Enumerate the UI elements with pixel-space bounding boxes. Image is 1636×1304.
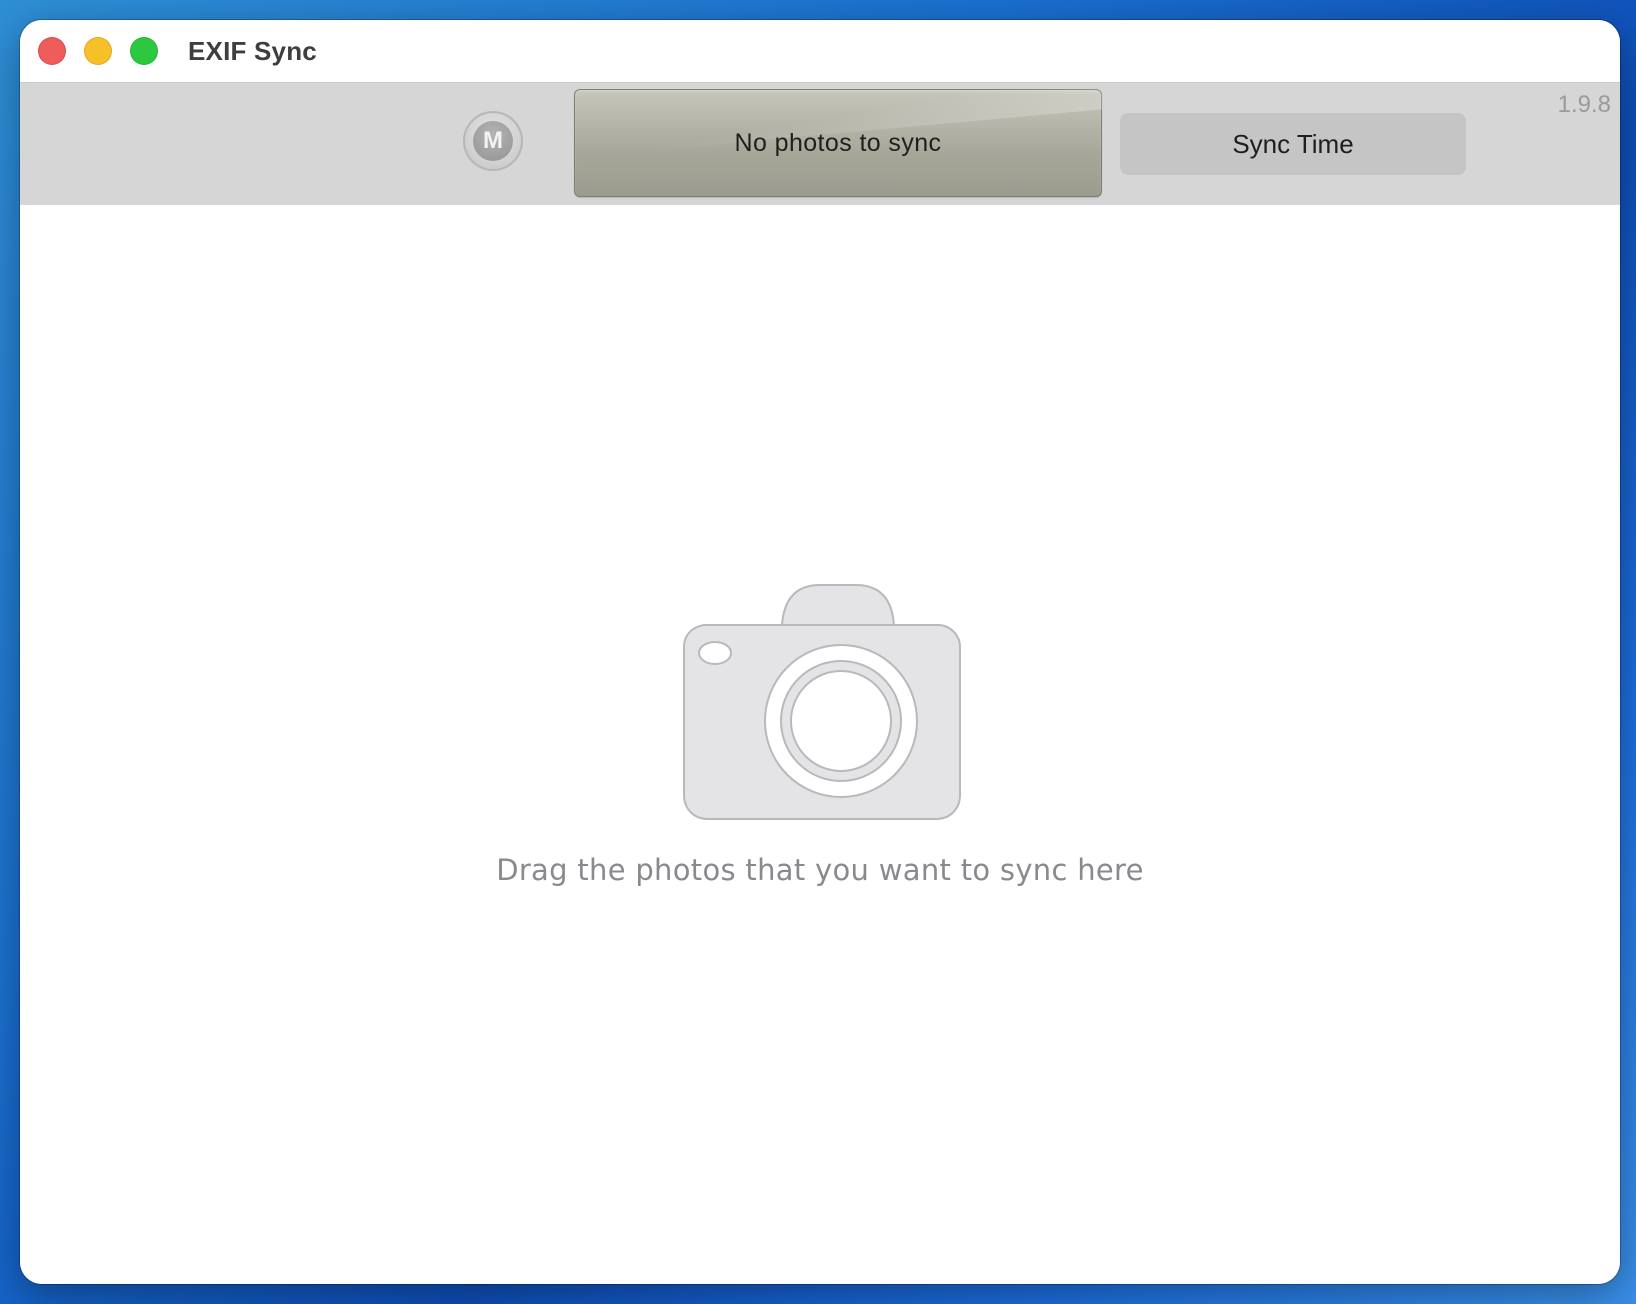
status-text: No photos to sync (734, 129, 942, 157)
app-window: EXIF Sync M No photos to sync Sync Time … (20, 20, 1620, 1284)
sync-time-button[interactable]: Sync Time (1120, 113, 1466, 175)
zoom-window-button[interactable] (130, 37, 158, 65)
camera-icon (683, 584, 961, 820)
status-display: No photos to sync (574, 89, 1102, 197)
toolbar: M No photos to sync Sync Time 1.9.8 (20, 82, 1620, 206)
photo-drop-area[interactable]: Drag the photos that you want to sync he… (20, 205, 1620, 1284)
version-label: 1.9.8 (1557, 91, 1611, 118)
minimize-window-button[interactable] (84, 37, 112, 65)
title-bar[interactable]: EXIF Sync (20, 20, 1620, 82)
close-window-button[interactable] (38, 37, 66, 65)
window-title: EXIF Sync (188, 36, 317, 66)
m-button[interactable]: M (463, 111, 523, 171)
m-icon: M (473, 121, 513, 161)
drop-hint-text: Drag the photos that you want to sync he… (496, 853, 1144, 887)
